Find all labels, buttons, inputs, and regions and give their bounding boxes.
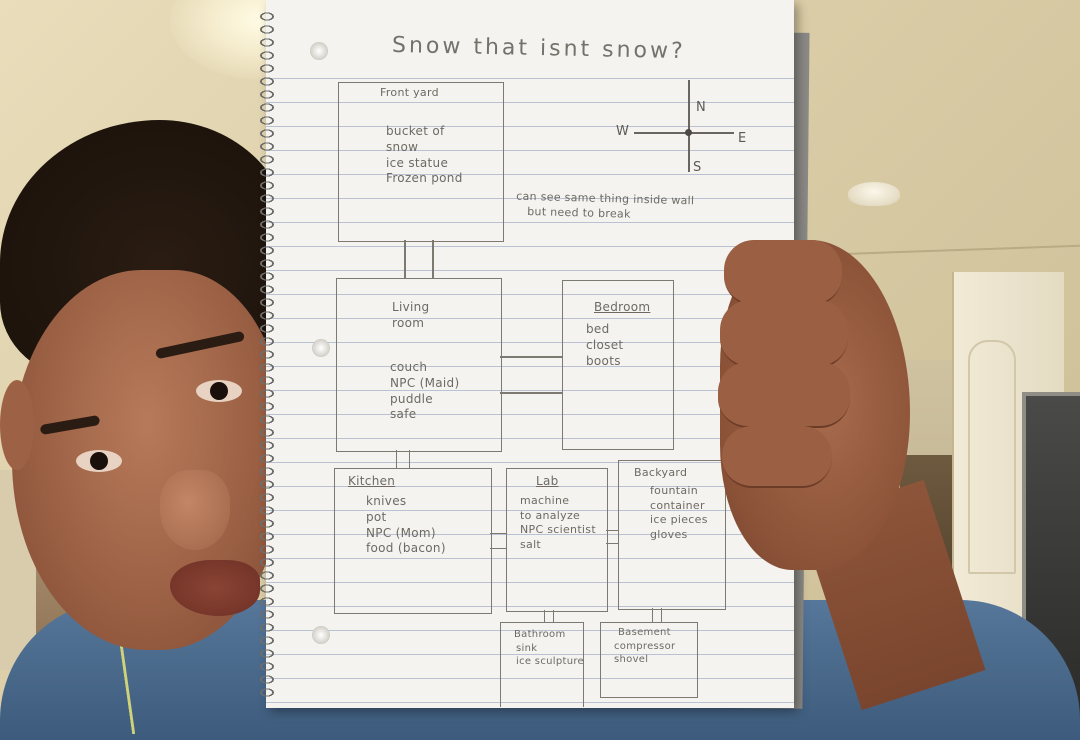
lab-bathroom-connector xyxy=(544,610,554,622)
front-yard-items: bucket of snow ice statue Frozen pond xyxy=(386,124,463,186)
binder-hole-bottom xyxy=(312,626,330,644)
lab-label: Lab xyxy=(536,474,559,488)
ring-finger xyxy=(718,362,850,428)
photo-scene: Snow that isnt snow? N S E W Front yard … xyxy=(0,0,1080,740)
compass-center xyxy=(685,129,692,136)
compass-east-label: E xyxy=(738,131,747,146)
pinky-finger xyxy=(722,426,832,488)
smoke-detector xyxy=(848,182,900,206)
yard-living-connector-left xyxy=(404,240,406,278)
compass-vertical-axis xyxy=(688,80,690,172)
person-nose xyxy=(160,470,230,550)
living-bedroom-connector-bottom xyxy=(500,392,562,394)
basement-label: Basement xyxy=(618,627,671,638)
compass-horizontal-axis xyxy=(634,132,734,134)
compass-west-label: W xyxy=(616,124,629,139)
basement-items: compressor shovel xyxy=(614,641,676,666)
living-bedroom-connector-top xyxy=(500,356,562,358)
middle-finger xyxy=(720,300,848,368)
index-finger xyxy=(724,240,842,306)
compass-south-label: S xyxy=(693,160,702,175)
lab-backyard-connector xyxy=(606,530,618,544)
binder-hole-top xyxy=(310,42,328,60)
binder-hole-middle xyxy=(312,339,330,357)
compass-north-label: N xyxy=(696,100,706,115)
right-eye xyxy=(196,380,242,402)
left-eye xyxy=(76,450,122,472)
backyard-basement-connector xyxy=(652,608,662,622)
kitchen-lab-connector xyxy=(490,533,506,549)
bedroom-items: bed closet boots xyxy=(586,322,624,368)
front-yard-label: Front yard xyxy=(380,86,439,99)
living-room-label: Living room xyxy=(392,300,430,330)
backyard-label: Backyard xyxy=(634,466,688,479)
door-panel xyxy=(968,340,1016,574)
lab-items: machine to analyze NPC scientist salt xyxy=(520,494,596,551)
kitchen-label: Kitchen xyxy=(348,474,396,488)
kitchen-items: knives pot NPC (Mom) food (bacon) xyxy=(366,494,446,556)
wall-note: can see same thing inside wall but need … xyxy=(515,189,695,221)
person-ear xyxy=(0,380,34,470)
notebook-spiral xyxy=(256,10,278,700)
bedroom-label: Bedroom xyxy=(594,300,651,314)
backyard-items: fountain container ice pieces gloves xyxy=(650,484,708,541)
bathroom-label: Bathroom xyxy=(514,629,566,640)
yard-living-connector-right xyxy=(432,240,434,278)
bathroom-items: sink ice sculpture xyxy=(516,643,584,668)
living-room-items: couch NPC (Maid) puddle safe xyxy=(390,360,460,422)
living-kitchen-connector xyxy=(396,450,410,468)
